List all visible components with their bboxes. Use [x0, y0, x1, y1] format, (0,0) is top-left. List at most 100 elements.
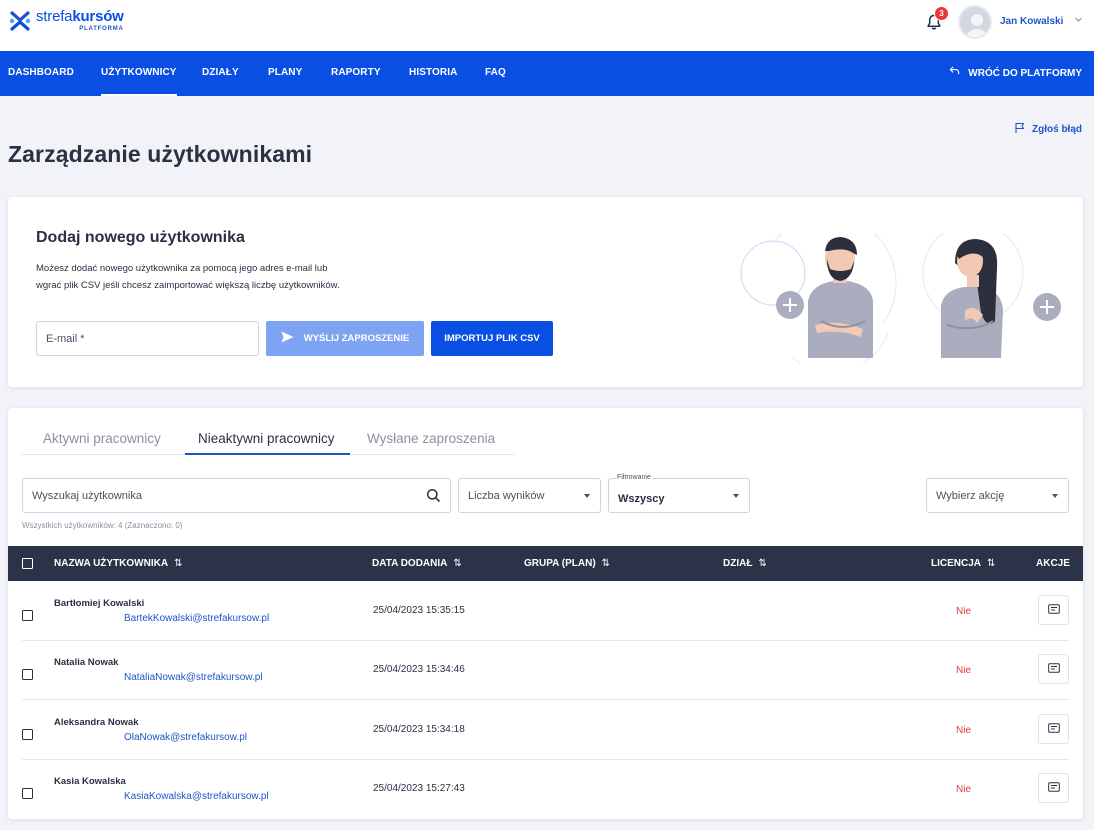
- back-to-platform-link[interactable]: WRÓĆ DO PLATFORMY: [949, 51, 1082, 96]
- nav-item-reports[interactable]: RAPORTY: [331, 51, 381, 96]
- select-all-checkbox[interactable]: [22, 558, 33, 569]
- caret-down-icon: [1052, 494, 1058, 498]
- bulk-action-select[interactable]: Wybierz akcję: [926, 478, 1069, 513]
- table-row: Kasia Kowalska KasiaKowalska@strefakurso…: [8, 759, 1083, 819]
- people-illustration: [733, 214, 1063, 373]
- column-license-label: LICENCJA: [931, 558, 982, 569]
- column-department[interactable]: DZIAŁ ⇅: [723, 546, 767, 581]
- column-name[interactable]: NAZWA UŻYTKOWNIKA ⇅: [54, 546, 182, 581]
- add-user-card: Dodaj nowego użytkownika Możesz dodać no…: [8, 197, 1083, 387]
- logo[interactable]: strefakursów PLATFORMA: [8, 9, 124, 35]
- tab-inactive-employees[interactable]: Nieaktywni pracownicy: [198, 431, 335, 446]
- license-card-icon: [1047, 720, 1060, 738]
- row-checkbox[interactable]: [22, 788, 33, 799]
- row-action-button[interactable]: [1038, 654, 1069, 684]
- notifications-badge: 3: [934, 6, 949, 21]
- users-count-info: Wszystkich użytkowników: 4 (Zaznaczono: …: [22, 521, 183, 530]
- chevron-down-icon[interactable]: [1074, 15, 1083, 26]
- column-group[interactable]: GRUPA (PLAN) ⇅: [524, 546, 610, 581]
- sort-icon: ⇅: [601, 558, 611, 569]
- bulk-action-placeholder: Wybierz akcję: [936, 489, 1005, 502]
- user-email-link[interactable]: BartekKowalski@strefakursow.pl: [124, 613, 269, 624]
- user-name-cell: Aleksandra Nowak: [54, 717, 139, 728]
- column-date[interactable]: DATA DODANIA ⇅: [372, 546, 462, 581]
- add-user-description: Możesz dodać nowego użytkownika za pomoc…: [36, 260, 396, 294]
- column-license[interactable]: LICENCJA ⇅: [931, 546, 995, 581]
- add-user-description-line1: Możesz dodać nowego użytkownika za pomoc…: [36, 263, 328, 274]
- send-invitation-label: WYŚLIJ ZAPROSZENIE: [303, 333, 410, 344]
- filter-select[interactable]: Wszyscy: [608, 478, 750, 513]
- search-placeholder: Wyszukaj użytkownika: [32, 489, 142, 502]
- user-name-cell: Natalia Nowak: [54, 657, 119, 668]
- row-action-button[interactable]: [1038, 773, 1069, 803]
- logo-subtitle: PLATFORMA: [79, 26, 124, 32]
- main-nav: DASHBOARD UŻYTKOWNICY DZIAŁY PLANY RAPOR…: [0, 51, 1094, 96]
- caret-down-icon: [584, 494, 590, 498]
- column-date-label: DATA DODANIA: [372, 558, 448, 569]
- nav-item-faq[interactable]: FAQ: [485, 51, 506, 96]
- add-user-description-line2: wgrać plik CSV jeśli chcesz zaimportować…: [36, 280, 340, 291]
- date-added-cell: 25/04/2023 15:34:18: [373, 724, 465, 735]
- table-row: Aleksandra Nowak OlaNowak@strefakursow.p…: [8, 700, 1083, 760]
- avatar[interactable]: [958, 5, 992, 39]
- row-checkbox[interactable]: [22, 610, 33, 621]
- import-csv-button[interactable]: IMPORTUJ PLIK CSV: [431, 321, 553, 356]
- user-email-link[interactable]: OlaNowak@strefakursow.pl: [124, 732, 247, 743]
- column-actions: AKCJE: [1036, 558, 1070, 569]
- column-department-label: DZIAŁ: [723, 558, 753, 569]
- license-card-icon: [1047, 779, 1060, 797]
- send-icon: [281, 331, 294, 346]
- users-list-card: Aktywni pracownicy Nieaktywni pracownicy…: [8, 408, 1083, 819]
- user-email-link[interactable]: KasiaKowalska@strefakursow.pl: [124, 791, 269, 802]
- license-card-icon: [1047, 601, 1060, 619]
- sort-icon: ⇅: [987, 558, 996, 569]
- license-status: Nie: [956, 784, 972, 795]
- add-user-title: Dodaj nowego użytkownika: [36, 229, 245, 246]
- user-status-tabs: Aktywni pracownicy Nieaktywni pracownicy…: [22, 427, 515, 455]
- filter-label: Filtrowanie: [616, 474, 652, 481]
- nav-item-users[interactable]: UŻYTKOWNICY: [101, 51, 177, 96]
- results-count-select[interactable]: Liczba wyników: [458, 478, 601, 513]
- report-bug-link[interactable]: Zgłoś błąd: [1014, 122, 1082, 137]
- license-status: Nie: [956, 606, 972, 617]
- license-status: Nie: [956, 725, 972, 736]
- nav-item-departments[interactable]: DZIAŁY: [202, 51, 239, 96]
- logo-icon: [8, 9, 32, 33]
- sort-icon: ⇅: [453, 558, 462, 569]
- back-to-platform-label: WRÓĆ DO PLATFORMY: [968, 68, 1082, 79]
- column-name-label: NAZWA UŻYTKOWNIKA: [54, 558, 169, 569]
- row-checkbox[interactable]: [22, 669, 33, 680]
- date-added-cell: 25/04/2023 15:34:46: [373, 664, 465, 675]
- tab-active-employees[interactable]: Aktywni pracownicy: [43, 431, 161, 446]
- row-action-button[interactable]: [1038, 714, 1069, 744]
- logo-word-thin: strefa: [36, 8, 73, 25]
- user-email-link[interactable]: NataliaNowak@strefakursow.pl: [124, 672, 263, 683]
- license-status: Nie: [956, 665, 972, 676]
- user-name-cell: Bartłomiej Kowalski: [54, 598, 145, 609]
- search-input[interactable]: Wyszukaj użytkownika: [22, 478, 451, 513]
- nav-item-dashboard[interactable]: DASHBOARD: [8, 51, 74, 96]
- user-name[interactable]: Jan Kowalski: [1000, 16, 1063, 27]
- date-added-cell: 25/04/2023 15:35:15: [373, 605, 465, 616]
- nav-item-plans[interactable]: PLANY: [268, 51, 302, 96]
- table-header: NAZWA UŻYTKOWNIKA ⇅ DATA DODANIA ⇅ GRUPA (…: [8, 546, 1083, 581]
- flag-icon: [1014, 122, 1026, 137]
- logo-word-bold: kursów: [72, 8, 124, 25]
- send-invitation-button[interactable]: WYŚLIJ ZAPROSZENIE: [266, 321, 424, 356]
- search-icon[interactable]: [426, 488, 441, 503]
- email-field[interactable]: E-mail *: [36, 321, 259, 356]
- table-row: Bartłomiej Kowalski BartekKowalski@stref…: [8, 581, 1083, 641]
- row-checkbox[interactable]: [22, 729, 33, 740]
- sort-icon: ⇅: [174, 558, 183, 569]
- tab-sent-invitations[interactable]: Wysłane zaproszenia: [367, 431, 495, 446]
- top-header: strefakursów PLATFORMA 3 Jan Kowalski: [0, 0, 1094, 51]
- sort-icon: ⇅: [758, 558, 767, 569]
- user-name-cell: Kasia Kowalska: [54, 776, 126, 787]
- caret-down-icon: [733, 494, 739, 498]
- page-title: Zarządzanie użytkownikami: [8, 141, 313, 167]
- row-action-button[interactable]: [1038, 595, 1069, 625]
- license-card-icon: [1047, 660, 1060, 678]
- filter-value: Wszyscy: [618, 492, 665, 505]
- nav-item-history[interactable]: HISTORIA: [409, 51, 457, 96]
- results-count-placeholder: Liczba wyników: [468, 489, 545, 502]
